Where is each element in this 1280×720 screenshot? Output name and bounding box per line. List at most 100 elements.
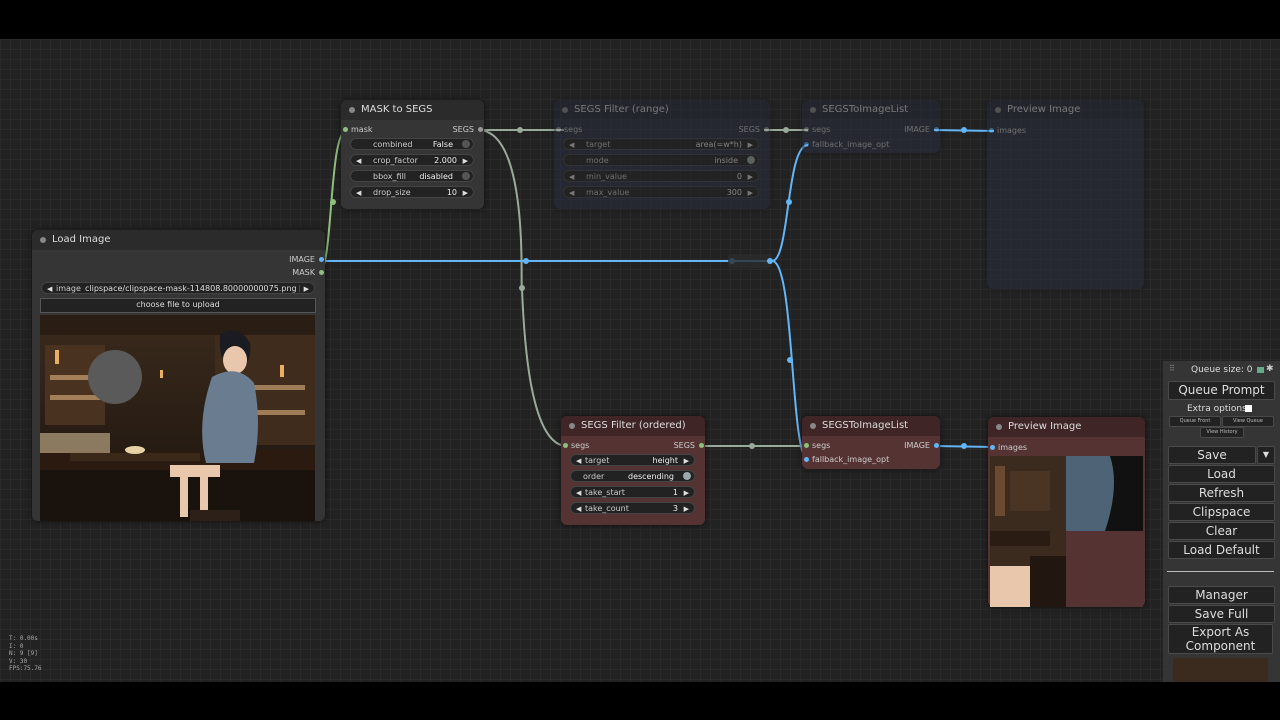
widget-max-value[interactable]: ◀ max_value 300 ▶ — [563, 186, 759, 198]
output-segs[interactable]: SEGS — [453, 124, 484, 136]
toggle-knob[interactable] — [683, 472, 691, 480]
node-title[interactable]: Preview Image — [987, 100, 1144, 120]
node-title[interactable]: MASK to SEGS — [341, 100, 484, 120]
decrement-arrow-icon[interactable]: ◀ — [356, 187, 361, 199]
input-segs[interactable]: segs — [802, 440, 830, 452]
decrement-arrow-icon[interactable]: ◀ — [569, 139, 574, 151]
decrement-arrow-icon[interactable]: ◀ — [576, 487, 581, 499]
widget-target[interactable]: ◀ target height ▶ — [570, 454, 695, 466]
export-as-component-button[interactable]: Export As Component — [1168, 624, 1273, 654]
input-pin[interactable] — [804, 127, 809, 132]
decrement-arrow-icon[interactable]: ◀ — [356, 155, 361, 167]
widget-combined[interactable]: combined False — [350, 138, 474, 150]
widget-mode[interactable]: mode inside — [563, 154, 759, 166]
output-pin[interactable] — [478, 127, 483, 132]
node-title[interactable]: Load Image — [32, 230, 325, 250]
decrement-arrow-icon[interactable]: ◀ — [569, 187, 574, 199]
input-segs[interactable]: segs — [802, 124, 830, 136]
collapse-dot[interactable] — [996, 424, 1002, 430]
node-title[interactable]: SEGS Filter (range) — [554, 100, 770, 120]
node-title[interactable]: Preview Image — [988, 417, 1145, 437]
node-segs-filter-ordered[interactable]: SEGS Filter (ordered) segs SEGS ◀ target h… — [561, 416, 705, 525]
queue-front-button[interactable]: Queue Front — [1169, 416, 1221, 427]
decrement-arrow-icon[interactable]: ◀ — [576, 455, 581, 467]
decrement-arrow-icon[interactable]: ◀ — [569, 171, 574, 183]
decrement-arrow-icon[interactable]: ◀ — [576, 503, 581, 515]
increment-arrow-icon[interactable]: ▶ — [684, 487, 689, 499]
save-full-button[interactable]: Save Full — [1168, 605, 1275, 623]
output-pin[interactable] — [319, 270, 324, 275]
extra-options-checkbox[interactable] — [1245, 405, 1252, 412]
drag-handle-icon[interactable]: ⠿ — [1169, 364, 1175, 373]
node-load-image[interactable]: Load Image IMAGE MASK ◀ image clipspace/cl… — [32, 230, 325, 521]
input-mask[interactable]: mask — [341, 124, 373, 136]
widget-target[interactable]: ◀ target area(=w*h) ▶ — [563, 138, 759, 150]
input-pin[interactable] — [804, 443, 809, 448]
decrement-arrow-icon[interactable]: ◀ — [47, 283, 52, 295]
collapse-dot[interactable] — [810, 107, 816, 113]
save-button[interactable]: Save — [1168, 446, 1256, 464]
widget-order[interactable]: order descending — [570, 470, 695, 482]
clear-button[interactable]: Clear — [1168, 522, 1275, 540]
input-segs[interactable]: segs — [554, 124, 582, 136]
collapse-dot[interactable] — [810, 423, 816, 429]
node-preview-image-bottom[interactable]: Preview Image images — [988, 417, 1145, 607]
input-pin[interactable] — [989, 128, 994, 133]
output-pin[interactable] — [699, 443, 704, 448]
output-pin[interactable] — [934, 127, 939, 132]
output-pin[interactable] — [764, 127, 769, 132]
increment-arrow-icon[interactable]: ▶ — [684, 455, 689, 467]
widget-min-value[interactable]: ◀ min_value 0 ▶ — [563, 170, 759, 182]
input-pin[interactable] — [343, 127, 348, 132]
increment-arrow-icon[interactable]: ▶ — [684, 503, 689, 515]
manager-button[interactable]: Manager — [1168, 586, 1275, 604]
node-mask-to-segs[interactable]: MASK to SEGS mask SEGS combined False ◀ cr… — [341, 100, 484, 209]
increment-arrow-icon[interactable]: ▶ — [748, 171, 753, 183]
input-images[interactable]: images — [987, 125, 1026, 137]
toggle-knob[interactable] — [462, 140, 470, 148]
queue-prompt-button[interactable]: Queue Prompt — [1168, 381, 1275, 400]
toggle-knob[interactable] — [462, 172, 470, 180]
node-segs-to-image-list-top[interactable]: SEGSToImageList segs fallback_image_opt … — [802, 100, 940, 153]
collapse-dot[interactable] — [569, 423, 575, 429]
widget-crop-factor[interactable]: ◀ crop_factor 2.000 ▶ — [350, 154, 474, 166]
refresh-button[interactable]: Refresh — [1168, 484, 1275, 502]
node-title[interactable]: SEGSToImageList — [802, 416, 940, 436]
node-preview-image-top[interactable]: Preview Image images — [987, 100, 1144, 289]
output-mask[interactable]: MASK — [292, 267, 325, 279]
input-images[interactable]: images — [988, 442, 1027, 454]
image-gallery-icon[interactable] — [1257, 367, 1264, 373]
load-button[interactable]: Load — [1168, 465, 1275, 483]
increment-arrow-icon[interactable]: ▶ — [463, 187, 468, 199]
toggle-knob[interactable] — [747, 156, 755, 164]
view-queue-button[interactable]: View Queue — [1222, 416, 1274, 427]
node-segs-filter-range[interactable]: SEGS Filter (range) segs SEGS ◀ target are… — [554, 100, 770, 209]
increment-arrow-icon[interactable]: ▶ — [463, 155, 468, 167]
collapse-dot[interactable] — [562, 107, 568, 113]
input-fallback-image-opt[interactable]: fallback_image_opt — [802, 454, 889, 466]
node-title[interactable]: SEGSToImageList — [802, 100, 940, 120]
widget-bbox-fill[interactable]: bbox_fill disabled — [350, 170, 474, 182]
increment-arrow-icon[interactable]: ▶ — [748, 187, 753, 199]
widget-take-start[interactable]: ◀ take_start 1 ▶ — [570, 486, 695, 498]
input-pin[interactable] — [556, 127, 561, 132]
input-fallback-image-opt[interactable]: fallback_image_opt — [802, 139, 889, 151]
upload-button[interactable]: choose file to upload — [40, 298, 316, 313]
node-segs-to-image-list-bottom[interactable]: SEGSToImageList segs fallback_image_opt … — [802, 416, 940, 469]
output-image[interactable]: IMAGE — [289, 254, 325, 266]
input-pin[interactable] — [804, 142, 809, 147]
widget-take-count[interactable]: ◀ take_count 3 ▶ — [570, 502, 695, 514]
node-title[interactable]: SEGS Filter (ordered) — [561, 416, 705, 436]
output-image[interactable]: IMAGE — [904, 124, 940, 136]
widget-drop-size[interactable]: ◀ drop_size 10 ▶ — [350, 186, 474, 198]
clipspace-button[interactable]: Clipspace — [1168, 503, 1275, 521]
view-history-button[interactable]: View History — [1200, 427, 1244, 438]
collapse-dot[interactable] — [349, 107, 355, 113]
save-dropdown-arrow-icon[interactable]: ▼ — [1257, 446, 1275, 464]
output-image[interactable]: IMAGE — [904, 440, 940, 452]
widget-image-select[interactable]: ◀ image clipspace/clipspace-mask-114808.80… — [41, 282, 315, 294]
input-segs[interactable]: segs — [561, 440, 589, 452]
increment-arrow-icon[interactable]: ▶ — [748, 139, 753, 151]
input-pin[interactable] — [990, 445, 995, 450]
output-segs[interactable]: SEGS — [674, 440, 705, 452]
